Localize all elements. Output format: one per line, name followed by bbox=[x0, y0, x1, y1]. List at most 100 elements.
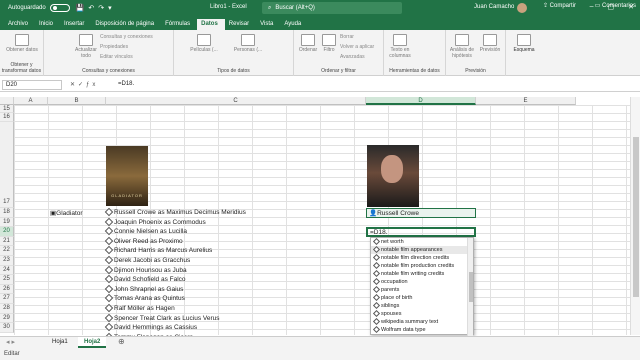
autocomplete-item[interactable]: notable film writing credits bbox=[371, 269, 473, 278]
row-header[interactable]: 16 bbox=[0, 113, 14, 122]
row-header[interactable]: 24 bbox=[0, 265, 14, 276]
row-header[interactable]: 20 bbox=[0, 227, 14, 237]
autocomplete-item[interactable]: notable film appearances bbox=[371, 245, 473, 254]
avatar[interactable] bbox=[517, 3, 527, 13]
autocomplete-item[interactable]: siblings bbox=[371, 301, 473, 310]
search-box[interactable]: ⌕ Buscar (Alt+Q) bbox=[262, 2, 402, 14]
search-icon: ⌕ bbox=[268, 4, 272, 11]
dropdown-scrollbar[interactable] bbox=[467, 238, 473, 336]
cell-d20-editing[interactable]: =D18. bbox=[366, 227, 476, 237]
forecast-label: Previsión bbox=[479, 47, 501, 53]
cast-cell[interactable]: Tomas Arana as Quintus bbox=[104, 294, 185, 303]
add-sheet-icon[interactable]: ⊕ bbox=[118, 337, 125, 346]
autocomplete-item[interactable]: spouses bbox=[371, 309, 473, 318]
row-header[interactable]: 28 bbox=[0, 304, 14, 314]
column-header-a[interactable]: A bbox=[14, 97, 48, 105]
sheet-nav-arrows[interactable]: ◂ ▸ bbox=[6, 338, 15, 346]
autocomplete-item[interactable]: notable film direction credits bbox=[371, 253, 473, 262]
forecast-button[interactable]: Previsión bbox=[476, 34, 504, 53]
row-header[interactable]: 29 bbox=[0, 313, 14, 324]
what-if-button[interactable]: Análisis de hipótesis bbox=[448, 34, 476, 59]
autocomplete-item[interactable]: Wolfram data type bbox=[371, 325, 473, 334]
tab-ayuda[interactable]: Ayuda bbox=[280, 21, 308, 30]
minimize-icon[interactable]: – bbox=[590, 3, 594, 11]
cast-cell[interactable]: Russell Crowe as Maximus Decimus Meridiu… bbox=[104, 207, 246, 217]
text-to-columns-button[interactable]: Texto en columnas bbox=[386, 34, 414, 59]
autocomplete-item[interactable]: occupation bbox=[371, 277, 473, 286]
row-header[interactable]: 27 bbox=[0, 294, 14, 304]
column-header-c[interactable]: C bbox=[106, 97, 366, 105]
advanced-filter-button[interactable]: Avanzadas bbox=[340, 54, 365, 60]
autocomplete-item[interactable]: net worth bbox=[371, 237, 473, 246]
cast-cell[interactable]: Derek Jacobi as Gracchus bbox=[104, 255, 190, 265]
row-header[interactable]: 21 bbox=[0, 236, 14, 247]
autocomplete-item[interactable]: wikipedia summary text bbox=[371, 317, 473, 326]
cast-cell[interactable]: Oliver Reed as Proximo bbox=[104, 236, 183, 246]
tab-datos[interactable]: Datos bbox=[197, 19, 225, 30]
tab-revisar[interactable]: Revisar bbox=[225, 21, 256, 30]
sheet-tab-bar: ◂ ▸ Hoja1 Hoja2 ⊕ bbox=[0, 336, 640, 348]
row-header[interactable]: 22 bbox=[0, 246, 14, 256]
row-header[interactable]: 26 bbox=[0, 284, 14, 295]
column-header-d[interactable]: D bbox=[366, 97, 476, 105]
sheet-tab-hoja1[interactable]: Hoja1 bbox=[46, 337, 74, 348]
tab-archivo[interactable]: Archivo bbox=[4, 21, 35, 30]
row-header[interactable]: 18 bbox=[0, 208, 14, 218]
cell-b18[interactable]: ▣Gladiator bbox=[50, 210, 83, 218]
select-all-corner[interactable] bbox=[0, 97, 14, 105]
column-header-e[interactable]: E bbox=[476, 97, 576, 105]
row-header[interactable]: 19 bbox=[0, 217, 14, 228]
cast-cell[interactable]: Joaquin Phoenix as Commodus bbox=[104, 217, 206, 227]
filter-button[interactable]: Filtro bbox=[320, 34, 338, 53]
cast-cell[interactable]: David Schofield as Falco bbox=[104, 274, 186, 284]
tab-insertar[interactable]: Insertar bbox=[60, 21, 91, 30]
reapply-button[interactable]: Volver a aplicar bbox=[340, 44, 374, 50]
tab-inicio[interactable]: Inicio bbox=[35, 21, 60, 30]
autocomplete-dropdown[interactable]: net worth notable film appearances notable… bbox=[370, 237, 474, 336]
cast-cell[interactable]: Connie Nielsen as Lucilla bbox=[104, 226, 187, 236]
cell-d18[interactable]: 👤Russell Crowe bbox=[366, 208, 476, 218]
cast-cell[interactable]: Spencer Treat Clark as Lucius Verus bbox=[104, 313, 220, 323]
quick-access-toolbar[interactable]: 💾↶↷▾ bbox=[76, 4, 116, 12]
sort-button[interactable]: Ordenar bbox=[298, 34, 318, 53]
vertical-scrollbar[interactable] bbox=[630, 97, 640, 335]
edit-links-button[interactable]: Editar vínculos bbox=[100, 54, 133, 60]
user-name[interactable]: Juan Camacho bbox=[474, 4, 514, 10]
cast-cell[interactable]: Ralf Möller as Hagen bbox=[104, 303, 175, 313]
autocomplete-item[interactable]: notable film production credits bbox=[371, 261, 473, 270]
cast-cell[interactable]: David Hemmings as Cassius bbox=[104, 322, 197, 332]
refresh-all-button[interactable]: Actualizar todo bbox=[74, 34, 98, 59]
autocomplete-item[interactable]: place of birth bbox=[371, 293, 473, 302]
comments-button[interactable]: ▭ Comentarios bbox=[595, 2, 636, 9]
outline-button[interactable]: Esquema bbox=[508, 34, 540, 53]
person-photo-image[interactable] bbox=[367, 145, 419, 207]
tab-f-rmulas[interactable]: Fórmulas bbox=[161, 21, 197, 30]
clear-filter-button[interactable]: Borrar bbox=[340, 34, 354, 40]
movies-type-button[interactable]: Películas (... bbox=[184, 34, 224, 53]
row-header[interactable]: 17 bbox=[0, 122, 14, 208]
name-box[interactable]: D20 bbox=[2, 80, 62, 90]
formula-input[interactable]: =D18. bbox=[118, 81, 134, 87]
cast-cell[interactable]: Richard Harris as Marcus Aurelius bbox=[104, 246, 212, 255]
dropdown-scroll-thumb[interactable] bbox=[469, 272, 473, 302]
get-data-button[interactable]: Obtener datos bbox=[4, 34, 40, 53]
people-type-button[interactable]: Personas (... bbox=[228, 34, 268, 53]
autocomplete-item[interactable]: parents bbox=[371, 285, 473, 294]
properties-button[interactable]: Propiedades bbox=[100, 44, 128, 50]
sheet-tab-hoja2[interactable]: Hoja2 bbox=[78, 337, 107, 348]
formula-buttons[interactable]: ✕✓ƒx bbox=[70, 81, 98, 88]
column-header-b[interactable]: B bbox=[48, 97, 106, 105]
share-button[interactable]: ⇪ Compartir bbox=[543, 2, 576, 9]
tab-disposici-n-de-p-gina[interactable]: Disposición de página bbox=[91, 21, 161, 30]
tab-vista[interactable]: Vista bbox=[256, 21, 280, 30]
scroll-thumb[interactable] bbox=[633, 137, 639, 297]
cast-cell[interactable]: John Shrapnel as Gaius bbox=[104, 284, 183, 294]
row-header[interactable]: 30 bbox=[0, 323, 14, 333]
autosave-toggle[interactable] bbox=[49, 4, 70, 12]
row-header[interactable]: 23 bbox=[0, 256, 14, 266]
cast-cell[interactable]: Djimon Hounsou as Juba bbox=[104, 265, 187, 275]
movie-poster-image[interactable]: GLADIATOR bbox=[106, 146, 148, 206]
row-header[interactable]: 25 bbox=[0, 275, 14, 285]
queries-connections-button[interactable]: Consultas y conexiones bbox=[100, 34, 153, 40]
row-header[interactable]: 15 bbox=[0, 105, 14, 113]
